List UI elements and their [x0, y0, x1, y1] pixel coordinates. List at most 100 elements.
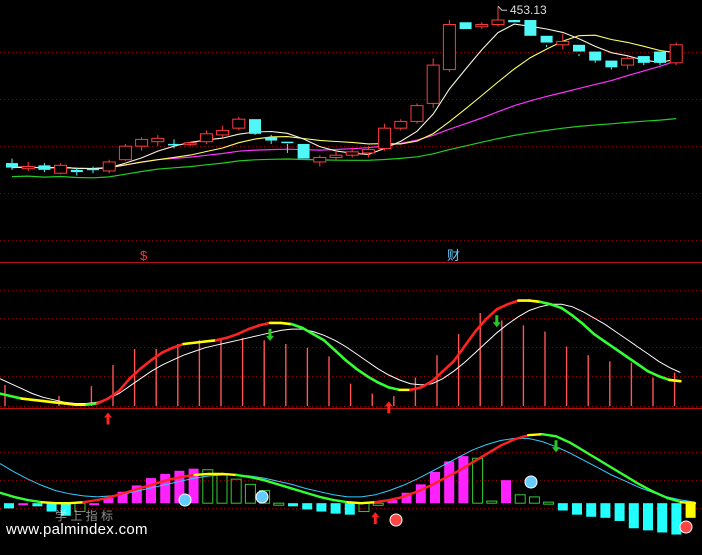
hist-bar — [572, 503, 582, 515]
peak-price-label: 453.13 — [510, 3, 547, 17]
osc-main-segment — [506, 299, 520, 306]
peak-pointer — [497, 5, 507, 11]
osc-main-segment — [365, 374, 380, 384]
osc-main-segment — [527, 299, 542, 304]
macd-main-segment — [652, 490, 669, 500]
candle-body — [87, 168, 99, 171]
hist-bar — [302, 503, 313, 510]
hist-bar — [486, 500, 498, 504]
buy-arrow-icon — [104, 412, 112, 425]
osc-main-segment — [20, 397, 34, 402]
hist-bar — [18, 503, 29, 506]
watermark: www.palmindex.com — [6, 521, 148, 538]
price-panel: 453.13 — [6, 3, 683, 179]
signal-dot-icon — [389, 513, 403, 527]
candle-body — [54, 164, 68, 174]
hist-bar — [358, 502, 370, 513]
candle-body — [459, 22, 472, 30]
candle-body — [118, 145, 132, 161]
signal-dot-icon — [255, 490, 269, 504]
candle — [102, 159, 116, 174]
osc-main-segment — [160, 346, 175, 354]
hist-bar — [557, 503, 568, 511]
hist-bar — [657, 503, 668, 533]
macd-main-segment — [304, 491, 321, 499]
macd-main-segment — [554, 435, 572, 444]
macd-main-segment — [0, 491, 16, 499]
candle — [21, 161, 35, 171]
buy-arrow-icon — [384, 401, 393, 414]
osc-main-segment — [63, 402, 77, 407]
osc-main-segment — [193, 340, 207, 345]
candle — [281, 141, 294, 153]
candle — [442, 20, 456, 72]
osc-main-segment — [247, 324, 261, 331]
macd-main-segment — [596, 458, 613, 469]
candle-body — [38, 165, 51, 170]
hist-bar — [514, 494, 526, 504]
candle-body — [313, 156, 327, 163]
macd-main-segment — [193, 472, 210, 477]
osc-main-segment — [214, 336, 229, 342]
candle-body — [621, 57, 635, 66]
candle-body — [508, 20, 521, 23]
hist-bar — [273, 502, 285, 506]
candle — [573, 44, 585, 57]
candle-body — [345, 151, 359, 156]
candle — [508, 20, 521, 23]
osc-main-segment — [646, 369, 661, 378]
hist-bar — [430, 471, 440, 504]
candle — [491, 6, 505, 27]
osc-main-segment — [9, 394, 23, 400]
candle — [540, 35, 553, 48]
candle — [54, 163, 68, 175]
candle-body — [281, 141, 294, 144]
candle — [654, 51, 666, 66]
osc-main-segment — [236, 327, 250, 336]
candle-body — [669, 44, 683, 64]
hist-bar — [685, 503, 696, 518]
hist-bar — [628, 503, 639, 529]
chart-stage: 453.13 $ 财学 上 指 标 — [0, 0, 702, 550]
osc-main-segment — [495, 303, 509, 311]
candle-body — [183, 142, 197, 145]
macd-main-segment — [40, 500, 57, 505]
candle — [621, 56, 635, 70]
candle-body — [654, 51, 666, 63]
osc-main-segment — [614, 347, 628, 358]
cai-marker: 财 — [447, 248, 460, 263]
osc-main-segment — [657, 374, 671, 382]
sell-arrow-icon — [492, 315, 501, 328]
macd-main-segment — [12, 495, 29, 502]
hist-bar — [458, 456, 469, 504]
osc-main-segment — [52, 400, 67, 405]
candle — [637, 56, 650, 66]
candle-body — [249, 119, 261, 134]
hist-bar — [146, 478, 156, 504]
candle — [232, 116, 246, 131]
macd-signal-line — [0, 437, 696, 503]
candle-body — [21, 165, 35, 170]
osc-main-segment — [139, 358, 153, 371]
macd-main-segment — [485, 444, 502, 456]
osc-main-segment — [538, 300, 553, 306]
oscillator-panel — [0, 299, 682, 425]
candle-body — [70, 169, 83, 173]
osc-main-segment — [182, 341, 196, 346]
dollar-marker: $ — [140, 248, 148, 263]
candle — [38, 163, 51, 173]
hist-bar — [244, 483, 256, 504]
osc-main-segment — [41, 399, 56, 404]
macd-main-segment — [610, 466, 627, 478]
macd-main-segment — [374, 498, 391, 504]
osc-main-segment — [257, 321, 272, 327]
osc-main-segment — [322, 338, 337, 352]
macd-main-segment — [276, 483, 294, 490]
sell-arrow-icon — [552, 440, 560, 453]
candle — [475, 22, 489, 30]
hist-bar — [671, 503, 682, 535]
osc-main-segment — [409, 386, 423, 392]
candle-body — [265, 137, 278, 141]
osc-main-segment — [117, 377, 131, 393]
candle-body — [151, 137, 165, 143]
